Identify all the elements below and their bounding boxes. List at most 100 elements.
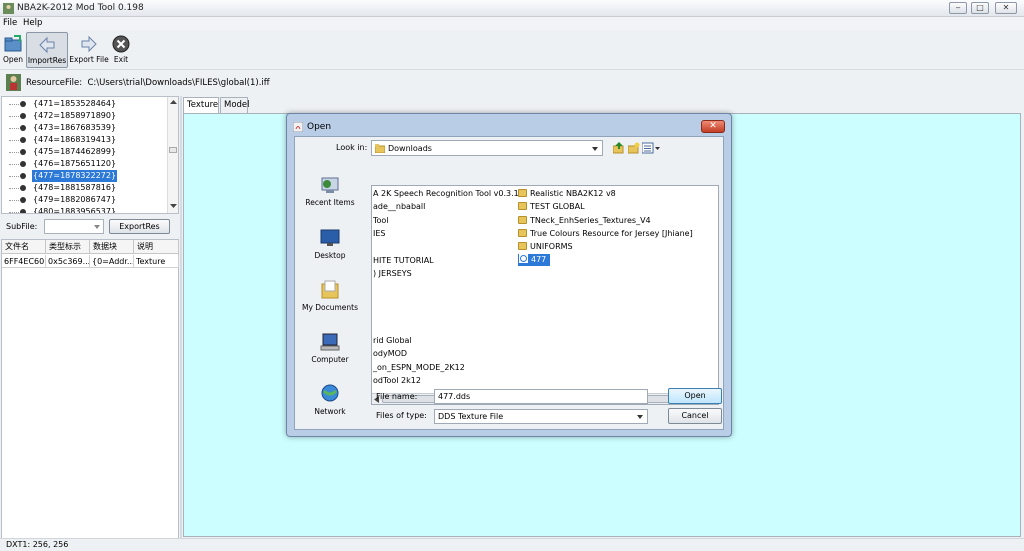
place-desktop[interactable]: Desktop bbox=[300, 227, 360, 260]
menu-bar: File Help bbox=[0, 17, 1024, 30]
table-cell[interactable]: 0x5c369... bbox=[46, 255, 90, 268]
place-computer[interactable]: Computer bbox=[300, 331, 360, 364]
column-header[interactable]: 数据块 bbox=[90, 240, 134, 254]
open-file-button[interactable]: Open bbox=[668, 388, 722, 404]
resource-file-label: ResourceFile: C:\Users\trial\Downloads\F… bbox=[26, 78, 270, 88]
chevron-down-icon bbox=[637, 415, 643, 419]
scroll-down-icon[interactable] bbox=[170, 203, 177, 209]
file-type-select[interactable]: DDS Texture File bbox=[434, 409, 648, 424]
resource-tree[interactable]: {471=1853528464} {472=1858971890} {473=1… bbox=[1, 96, 179, 214]
minimize-button[interactable]: ‒ bbox=[949, 2, 967, 14]
maximize-button[interactable]: □ bbox=[971, 2, 989, 14]
folder-item[interactable]: UNIFORMS bbox=[518, 241, 573, 253]
column-header[interactable]: 类型标示 bbox=[46, 240, 90, 254]
export-file-button[interactable]: Export File bbox=[69, 32, 109, 68]
look-in-label: Look in: bbox=[336, 143, 368, 152]
place-my-documents[interactable]: My Documents bbox=[300, 279, 360, 312]
subfile-label: SubFile: bbox=[6, 222, 38, 231]
file-item[interactable]: ade__nbaball bbox=[373, 201, 425, 213]
view-menu-icon[interactable] bbox=[642, 142, 660, 154]
documents-icon bbox=[321, 280, 339, 299]
file-item[interactable]: odTool 2k12 bbox=[373, 375, 421, 387]
dialog-body: Look in: Downloads Recent Items Desktop … bbox=[294, 136, 724, 430]
toolbar: Open ImportRes Export File Exit bbox=[0, 30, 1024, 70]
up-folder-icon[interactable] bbox=[613, 142, 625, 154]
subfile-table: 文件名 类型标示 数据块 说明 6FF4EC60 0x5c369... {0=A… bbox=[1, 239, 179, 539]
table-cell[interactable]: 6FF4EC60 bbox=[2, 255, 46, 268]
file-item[interactable]: Tool bbox=[373, 215, 389, 227]
file-item[interactable]: _on_ESPN_MODE_2K12 bbox=[373, 362, 465, 374]
file-name-input[interactable]: 477.dds bbox=[434, 389, 648, 404]
file-item[interactable]: IES bbox=[373, 228, 386, 240]
player-icon bbox=[6, 74, 21, 91]
folder-icon bbox=[375, 144, 385, 153]
tab-model[interactable]: Model bbox=[220, 97, 250, 113]
file-list[interactable]: A 2K Speech Recognition Tool v0.3.1 ade_… bbox=[371, 185, 719, 405]
file-item-selected[interactable]: 477 bbox=[518, 254, 551, 266]
resource-file-path: C:\Users\trial\Downloads\FILES\global(1)… bbox=[87, 78, 270, 88]
folder-icon bbox=[518, 229, 527, 237]
tree-scrollbar[interactable] bbox=[167, 97, 178, 213]
new-folder-icon[interactable] bbox=[628, 142, 640, 154]
folder-icon bbox=[518, 216, 527, 224]
folder-item[interactable]: Realistic NBA2K12 v8 bbox=[518, 188, 616, 200]
place-recent-items[interactable]: Recent Items bbox=[300, 174, 360, 207]
close-window-button[interactable]: ✕ bbox=[995, 2, 1017, 14]
file-item[interactable]: HITE TUTORIAL bbox=[373, 255, 434, 267]
place-network[interactable]: Network bbox=[300, 383, 360, 416]
exit-button[interactable]: Exit bbox=[110, 32, 132, 68]
column-header[interactable]: 说明 bbox=[134, 240, 179, 254]
panel-splitter[interactable] bbox=[180, 96, 182, 538]
import-res-label: ImportRes bbox=[27, 56, 67, 65]
file-item[interactable]: ) JERSEYS bbox=[373, 268, 412, 280]
dialog-title: Open bbox=[307, 122, 332, 132]
desktop-icon bbox=[320, 229, 340, 246]
open-button[interactable]: Open bbox=[1, 32, 25, 68]
table-cell[interactable]: {0=Addr... bbox=[90, 255, 134, 268]
tree-scroll-thumb[interactable] bbox=[169, 147, 177, 153]
arrow-left-icon bbox=[39, 36, 55, 54]
table-cell[interactable]: Texture bbox=[134, 255, 179, 268]
subfile-select[interactable] bbox=[44, 219, 104, 234]
folder-item[interactable]: True Colours Resource for Jersey [Jhiane… bbox=[518, 228, 693, 240]
menu-file[interactable]: File bbox=[3, 18, 17, 28]
file-item[interactable]: odyMOD bbox=[373, 348, 407, 360]
column-header[interactable]: 文件名 bbox=[2, 240, 46, 254]
app-icon bbox=[3, 3, 14, 14]
file-item[interactable]: A 2K Speech Recognition Tool v0.3.1 bbox=[373, 188, 519, 200]
menu-help[interactable]: Help bbox=[23, 18, 42, 28]
look-in-select[interactable]: Downloads bbox=[371, 140, 603, 156]
status-bar: DXT1: 256, 256 bbox=[0, 538, 1024, 551]
folder-icon bbox=[518, 189, 527, 197]
open-dialog: Open ✕ Look in: Downloads Recent Items D… bbox=[286, 113, 732, 437]
export-res-button[interactable]: ExportRes bbox=[109, 219, 170, 234]
file-type-value: DDS Texture File bbox=[438, 412, 504, 421]
scroll-up-icon[interactable] bbox=[170, 99, 177, 105]
exit-icon bbox=[112, 35, 130, 53]
subfile-row: SubFile: ExportRes bbox=[0, 216, 182, 238]
export-file-label: Export File bbox=[69, 55, 109, 64]
exit-label: Exit bbox=[113, 55, 129, 64]
cancel-button[interactable]: Cancel bbox=[668, 408, 722, 424]
tab-texture[interactable]: Texture bbox=[183, 97, 219, 113]
file-type-label: Files of type: bbox=[376, 411, 427, 420]
folder-item[interactable]: TNeck_EnhSeries_Textures_V4 bbox=[518, 215, 651, 227]
resource-file-row: ResourceFile: C:\Users\trial\Downloads\F… bbox=[0, 72, 1024, 94]
file-item[interactable]: rid Global bbox=[373, 335, 412, 347]
look-in-value: Downloads bbox=[388, 144, 432, 153]
open-folder-icon bbox=[4, 35, 22, 52]
window-title: NBA2K-2012 Mod Tool 0.198 bbox=[17, 3, 144, 13]
import-res-button[interactable]: ImportRes bbox=[26, 32, 68, 68]
network-icon bbox=[321, 384, 339, 402]
folder-icon bbox=[518, 202, 527, 210]
chevron-down-icon bbox=[592, 147, 598, 151]
recent-items-icon bbox=[321, 177, 339, 193]
open-label: Open bbox=[2, 55, 24, 64]
close-icon: ✕ bbox=[709, 121, 717, 131]
folder-item[interactable]: TEST GLOBAL bbox=[518, 201, 585, 213]
arrow-right-icon bbox=[81, 35, 97, 53]
chevron-down-icon bbox=[94, 225, 100, 229]
dialog-close-button[interactable]: ✕ bbox=[701, 120, 725, 133]
status-text: DXT1: 256, 256 bbox=[6, 540, 69, 549]
window-title-bar: NBA2K-2012 Mod Tool 0.198 ‒ □ ✕ bbox=[0, 0, 1024, 17]
